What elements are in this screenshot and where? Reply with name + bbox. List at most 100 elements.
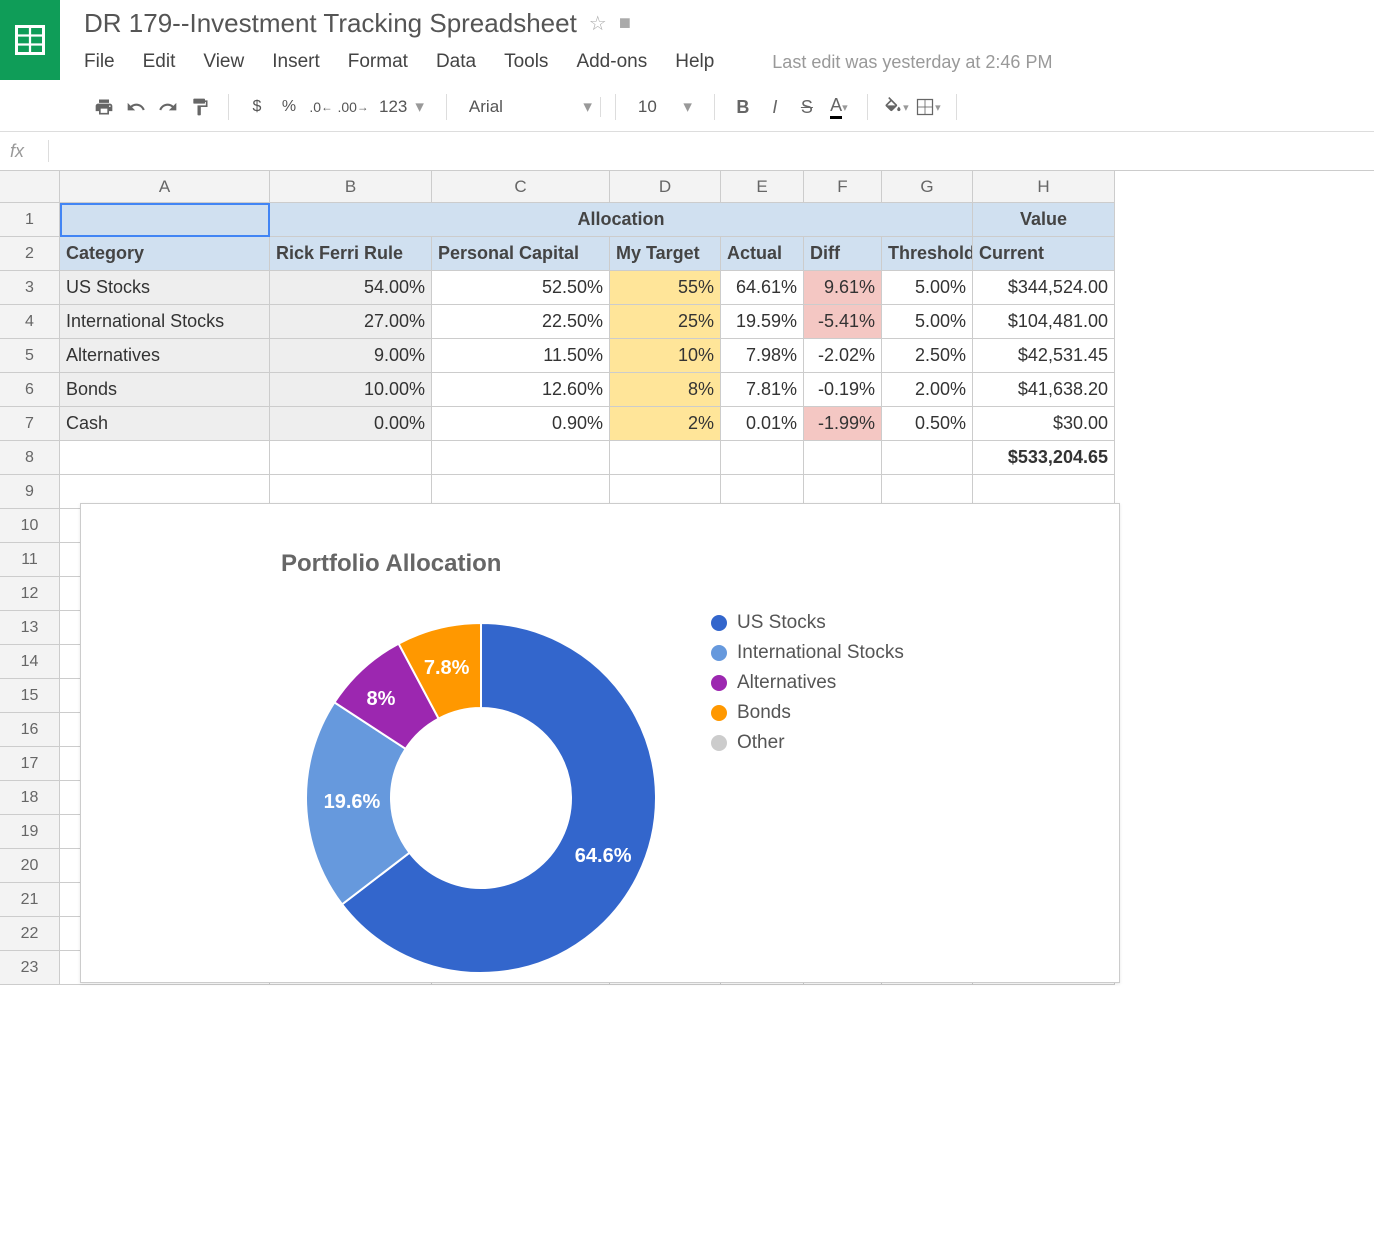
column-header[interactable]: E (721, 171, 804, 203)
document-title[interactable]: DR 179--Investment Tracking Spreadsheet (84, 8, 577, 39)
cell[interactable]: Diff (804, 237, 882, 271)
cell[interactable]: 52.50% (432, 271, 610, 305)
cell[interactable]: 10.00% (270, 373, 432, 407)
cell[interactable] (270, 441, 432, 475)
cell[interactable]: -0.19% (804, 373, 882, 407)
cell[interactable] (804, 441, 882, 475)
menu-view[interactable]: View (203, 51, 244, 73)
cell[interactable]: 5.00% (882, 305, 973, 339)
row-header[interactable]: 22 (0, 917, 60, 951)
row-header[interactable]: 21 (0, 883, 60, 917)
row-header[interactable]: 23 (0, 951, 60, 985)
cell[interactable]: Cash (60, 407, 270, 441)
bold-button[interactable]: B (729, 93, 757, 121)
row-header[interactable]: 11 (0, 543, 60, 577)
row-header[interactable]: 20 (0, 849, 60, 883)
row-header[interactable]: 7 (0, 407, 60, 441)
row-header[interactable]: 4 (0, 305, 60, 339)
spreadsheet-grid[interactable]: ABCDEFGH 1234567891011121314151617181920… (0, 171, 1374, 985)
cell[interactable]: 7.81% (721, 373, 804, 407)
row-header[interactable]: 14 (0, 645, 60, 679)
cell[interactable]: Actual (721, 237, 804, 271)
menu-edit[interactable]: Edit (143, 51, 176, 73)
legend-item[interactable]: US Stocks (711, 608, 904, 638)
undo-icon[interactable] (122, 93, 150, 121)
row-header[interactable]: 19 (0, 815, 60, 849)
cell[interactable]: 54.00% (270, 271, 432, 305)
fill-color-button[interactable]: ▾ (882, 93, 910, 121)
cell[interactable]: 19.59% (721, 305, 804, 339)
sheets-logo[interactable] (0, 0, 60, 80)
cell[interactable] (432, 441, 610, 475)
text-color-button[interactable]: A▾ (825, 93, 853, 121)
font-select[interactable]: Arial▾ (461, 97, 601, 117)
cell[interactable]: $533,204.65 (973, 441, 1115, 475)
cell[interactable]: 10% (610, 339, 721, 373)
legend-item[interactable]: Bonds (711, 698, 904, 728)
row-header[interactable]: 9 (0, 475, 60, 509)
cell[interactable]: 7.98% (721, 339, 804, 373)
font-size-select[interactable]: 10▾ (630, 97, 700, 117)
cell[interactable]: 12.60% (432, 373, 610, 407)
cell[interactable]: Personal Capital (432, 237, 610, 271)
menu-tools[interactable]: Tools (504, 51, 548, 73)
cell[interactable]: Allocation (270, 203, 973, 237)
cell[interactable]: Bonds (60, 373, 270, 407)
last-edit-text[interactable]: Last edit was yesterday at 2:46 PM (772, 52, 1052, 73)
folder-icon[interactable]: ■ (619, 12, 631, 35)
cell[interactable]: 0.00% (270, 407, 432, 441)
borders-button[interactable]: ▾ (914, 93, 942, 121)
cell[interactable]: $30.00 (973, 407, 1115, 441)
cell[interactable]: 2.00% (882, 373, 973, 407)
row-header[interactable]: 1 (0, 203, 60, 237)
menu-help[interactable]: Help (675, 51, 714, 73)
cell[interactable]: 22.50% (432, 305, 610, 339)
cell[interactable]: 5.00% (882, 271, 973, 305)
row-header[interactable]: 17 (0, 747, 60, 781)
row-header[interactable]: 12 (0, 577, 60, 611)
percent-button[interactable]: % (275, 93, 303, 121)
row-header[interactable]: 2 (0, 237, 60, 271)
cell[interactable]: 9.00% (270, 339, 432, 373)
cell[interactable]: 0.50% (882, 407, 973, 441)
menu-insert[interactable]: Insert (272, 51, 320, 73)
cell[interactable]: 27.00% (270, 305, 432, 339)
cell[interactable] (60, 441, 270, 475)
cell[interactable]: My Target (610, 237, 721, 271)
strikethrough-button[interactable]: S (793, 93, 821, 121)
column-header[interactable]: F (804, 171, 882, 203)
decrease-decimal-button[interactable]: .0← (307, 93, 335, 121)
cell[interactable]: US Stocks (60, 271, 270, 305)
redo-icon[interactable] (154, 93, 182, 121)
cell[interactable] (721, 441, 804, 475)
menu-file[interactable]: File (84, 51, 115, 73)
cell[interactable]: -5.41% (804, 305, 882, 339)
formula-input[interactable] (48, 140, 1364, 162)
legend-item[interactable]: Other (711, 728, 904, 758)
row-header[interactable]: 5 (0, 339, 60, 373)
cell[interactable]: 2% (610, 407, 721, 441)
row-header[interactable]: 3 (0, 271, 60, 305)
cell[interactable]: $42,531.45 (973, 339, 1115, 373)
column-header[interactable]: H (973, 171, 1115, 203)
cell[interactable] (60, 203, 270, 237)
row-header[interactable]: 10 (0, 509, 60, 543)
cell[interactable]: 64.61% (721, 271, 804, 305)
chart-container[interactable]: Portfolio Allocation 64.6%19.6%8%7.8%US … (80, 503, 1120, 983)
print-icon[interactable] (90, 93, 118, 121)
number-format-select[interactable]: 123▾ (371, 97, 432, 117)
cell[interactable]: 8% (610, 373, 721, 407)
cell[interactable]: Threshold (882, 237, 973, 271)
row-header[interactable]: 15 (0, 679, 60, 713)
cell[interactable]: -1.99% (804, 407, 882, 441)
column-header[interactable]: D (610, 171, 721, 203)
row-header[interactable]: 6 (0, 373, 60, 407)
cell[interactable]: 11.50% (432, 339, 610, 373)
legend-item[interactable]: International Stocks (711, 638, 904, 668)
column-header[interactable]: G (882, 171, 973, 203)
cell[interactable]: Value (973, 203, 1115, 237)
cell[interactable]: International Stocks (60, 305, 270, 339)
column-header[interactable]: C (432, 171, 610, 203)
menu-addons[interactable]: Add-ons (576, 51, 647, 73)
cell[interactable]: 25% (610, 305, 721, 339)
